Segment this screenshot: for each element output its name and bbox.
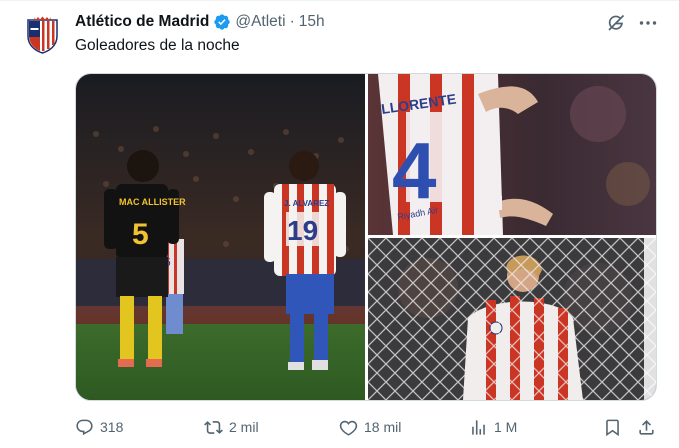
- reply-icon: [76, 419, 93, 435]
- right-player-name: J. ALVAREZ: [284, 199, 329, 208]
- bookmark-button[interactable]: [603, 413, 628, 441]
- tweet-header: Atlético de Madrid @Atleti · 15h: [75, 11, 325, 33]
- action-bar: 318 2 mil 18 mil 1 M: [75, 413, 660, 441]
- atletico-crest-icon[interactable]: [25, 16, 60, 54]
- left-player-name: MAC ALLISTER: [119, 197, 186, 207]
- like-icon: [339, 420, 358, 436]
- left-player-number: 5: [132, 218, 149, 251]
- repost-count: 2 mil: [229, 419, 259, 435]
- tweet-text: Goleadores de la noche: [75, 37, 240, 54]
- separator-dot: ·: [289, 13, 295, 30]
- photo-players-walking[interactable]: 6 MAC ALLISTER 5: [76, 74, 365, 400]
- photo-player-celebrating[interactable]: [368, 238, 656, 400]
- repost-icon: [204, 420, 223, 434]
- like-count: 18 mil: [364, 419, 402, 435]
- reply-count: 318: [100, 419, 124, 435]
- more-icon[interactable]: [637, 13, 659, 33]
- bookmark-icon: [606, 419, 619, 436]
- media-grid: 6 MAC ALLISTER 5: [75, 73, 657, 401]
- share-button[interactable]: [637, 413, 662, 441]
- photo-shirt-number-four[interactable]: LLORENTE 4 Riyadh Air: [368, 74, 656, 235]
- views-icon: [472, 419, 485, 435]
- repost-button[interactable]: 2 mil: [204, 413, 259, 441]
- like-button[interactable]: 18 mil: [339, 413, 401, 441]
- tweet[interactable]: Atlético de Madrid @Atleti · 15h Goleado…: [0, 0, 679, 448]
- author-handle[interactable]: @Atleti: [235, 13, 285, 31]
- timestamp[interactable]: 15h: [299, 13, 325, 31]
- verified-badge-icon: [213, 13, 231, 31]
- views-button[interactable]: 1 M: [469, 413, 517, 441]
- author-name[interactable]: Atlético de Madrid: [75, 13, 209, 31]
- reply-button[interactable]: 318: [75, 413, 123, 441]
- views-count: 1 M: [494, 419, 518, 435]
- grok-icon[interactable]: [606, 13, 626, 33]
- shirt-number: 4: [392, 126, 437, 215]
- share-icon: [639, 419, 654, 435]
- right-player-number: 19: [287, 215, 318, 246]
